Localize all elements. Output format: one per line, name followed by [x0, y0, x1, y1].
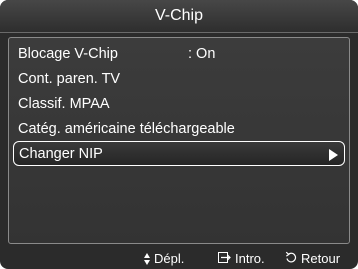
menu-item-value: : On: [188, 45, 216, 62]
menu-item-downloadable-us-rating[interactable]: Catég. américaine téléchargeable: [13, 116, 345, 141]
menu-item-label: Blocage V-Chip: [18, 45, 118, 62]
menu-item-mpaa-rating[interactable]: Classif. MPAA: [13, 91, 345, 116]
enter-icon: [218, 251, 231, 266]
menu-item-label: Changer NIP: [19, 145, 103, 162]
vchip-menu-window: V-Chip Blocage V-Chip : On Cont. paren. …: [0, 0, 358, 269]
footer-hints: Dépl. Intro. Retour: [0, 248, 358, 269]
return-icon: [285, 251, 297, 266]
menu-item-change-pin[interactable]: Changer NIP: [13, 141, 345, 166]
hint-enter-label: Intro.: [235, 251, 265, 266]
menu-item-label: Classif. MPAA: [18, 95, 110, 112]
hint-move-label: Dépl.: [154, 251, 185, 266]
arrow-right-icon: [329, 149, 338, 161]
menu-item-tv-parental[interactable]: Cont. paren. TV: [13, 66, 345, 91]
menu-item-label: Catég. américaine téléchargeable: [18, 120, 235, 137]
hint-enter: Intro.: [218, 251, 265, 266]
menu-title: V-Chip: [154, 7, 204, 24]
menu-item-vchip-lock[interactable]: Blocage V-Chip : On: [13, 41, 345, 66]
menu-list-panel: Blocage V-Chip : On Cont. paren. TV Clas…: [8, 37, 350, 244]
updown-arrow-icon: [144, 252, 151, 265]
hint-return: Retour: [285, 251, 340, 266]
menu-title-bar: V-Chip: [0, 0, 358, 33]
menu-item-label: Cont. paren. TV: [18, 70, 121, 87]
hint-return-label: Retour: [301, 251, 341, 266]
hint-move: Dépl.: [144, 251, 184, 266]
